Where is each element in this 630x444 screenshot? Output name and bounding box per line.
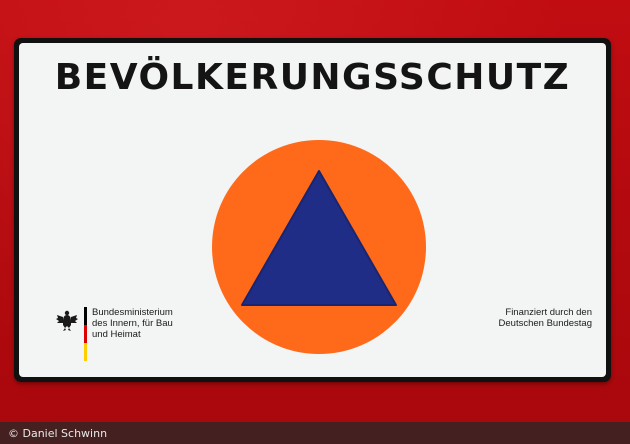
sign-face: BEVÖLKERUNGSSCHUTZ Bundesministerium des…: [19, 43, 606, 377]
funding-line: Finanziert durch den: [505, 307, 592, 318]
german-flag-bar: [84, 307, 87, 361]
photo-scene: BEVÖLKERUNGSSCHUTZ Bundesministerium des…: [0, 0, 630, 444]
flag-stripe-gold: [84, 343, 87, 361]
sign-title: BEVÖLKERUNGSSCHUTZ: [54, 57, 571, 98]
flag-stripe-red: [84, 325, 87, 343]
ministry-name: Bundesministerium des Innern, für Bau un…: [92, 307, 173, 340]
ministry-line: und Heimat: [92, 329, 141, 340]
ministry-line: des Innern, für Bau: [92, 318, 173, 329]
funding-line: Deutschen Bundestag: [498, 318, 592, 329]
ministry-line: Bundesministerium: [92, 307, 173, 318]
federal-eagle-icon: [56, 310, 78, 331]
civil-protection-sign: BEVÖLKERUNGSSCHUTZ Bundesministerium des…: [14, 38, 611, 382]
flag-stripe-black: [84, 307, 87, 325]
ministry-logo: Bundesministerium des Innern, für Bau un…: [56, 303, 256, 363]
photo-credit: © Daniel Schwinn: [8, 427, 108, 440]
funding-note: Finanziert durch den Deutschen Bundestag: [499, 307, 592, 329]
